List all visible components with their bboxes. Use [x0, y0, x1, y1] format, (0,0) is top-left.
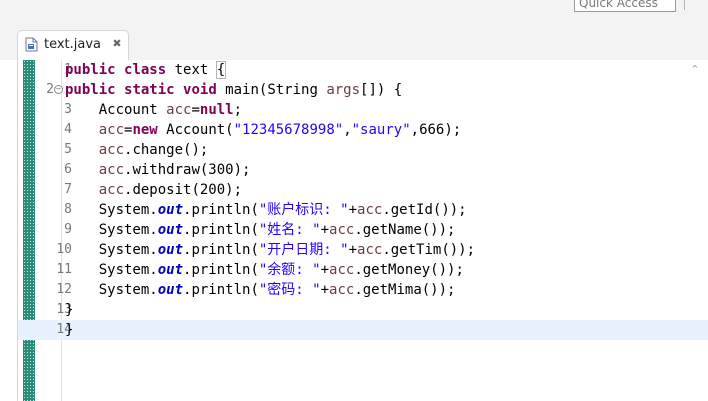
code-text: } [65, 322, 74, 338]
code-line[interactable]: 6 acc.withdraw(300); [18, 160, 708, 180]
code-line[interactable]: 8 System.out.println("账户标识: "+acc.getId(… [18, 200, 708, 220]
code-line[interactable]: 3 Account acc=null; [18, 100, 708, 120]
vertical-scrollbar[interactable]: ⌃ [682, 60, 708, 401]
code-text: public static void main(String args[]) { [65, 82, 403, 98]
scroll-up-icon[interactable]: ⌃ [688, 64, 702, 76]
code-line[interactable]: 4 acc=new Account("12345678998","saury",… [18, 120, 708, 140]
code-line[interactable]: 14} [18, 320, 708, 340]
code-text: System.out.println("开户日期: "+acc.getTim()… [65, 242, 476, 258]
code-line[interactable]: 5 acc.change(); [18, 140, 708, 160]
toolbar-separator [682, 0, 696, 10]
code-editor[interactable]: 1 public class text {2− public static void… [17, 60, 708, 401]
code-text: System.out.println("余额: "+acc.getMoney()… [65, 262, 464, 278]
java-file-icon [25, 37, 38, 52]
code-text: acc.withdraw(300); [98, 162, 251, 178]
code-text: System.out.println("姓名: "+acc.getName())… [65, 222, 456, 238]
code-text: Account acc=null; [65, 102, 243, 118]
code-line[interactable]: 11 System.out.println("余额: "+acc.getMone… [18, 260, 708, 280]
code-text: public class text { [65, 61, 227, 79]
code-text: acc.change(); [98, 142, 209, 158]
code-text: System.out.println("账户标识: "+acc.getId())… [65, 202, 467, 218]
top-toolbar: Quick Access [0, 0, 708, 14]
close-icon[interactable]: ✖ [111, 37, 123, 51]
quick-access-input[interactable]: Quick Access [574, 0, 676, 12]
code-line[interactable]: 1 public class text { [18, 60, 708, 80]
code-line[interactable]: 12 System.out.println("密码: "+acc.getMima… [18, 280, 708, 300]
code-line[interactable]: 13} [18, 300, 708, 320]
code-text: acc=new Account("12345678998","saury",66… [98, 122, 462, 138]
line-number: 2 [46, 82, 54, 97]
code-line[interactable]: 2− public static void main(String args[])… [18, 80, 708, 100]
code-text: } [65, 302, 74, 318]
code-line[interactable]: 9 System.out.println("姓名: "+acc.getName(… [18, 220, 708, 240]
code-line[interactable]: 7 acc.deposit(200); [18, 180, 708, 200]
tab-text-java[interactable]: text.java ✖ [17, 30, 129, 60]
code-line[interactable]: 10 System.out.println("开户日期: "+acc.getTi… [18, 240, 708, 260]
editor-tab-bar: text.java ✖ [0, 14, 708, 60]
tab-title: text.java [44, 37, 102, 52]
code-text: System.out.println("密码: "+acc.getMima())… [65, 282, 456, 298]
code-text: acc.deposit(200); [98, 182, 243, 198]
fold-toggle-icon[interactable]: − [54, 85, 63, 94]
